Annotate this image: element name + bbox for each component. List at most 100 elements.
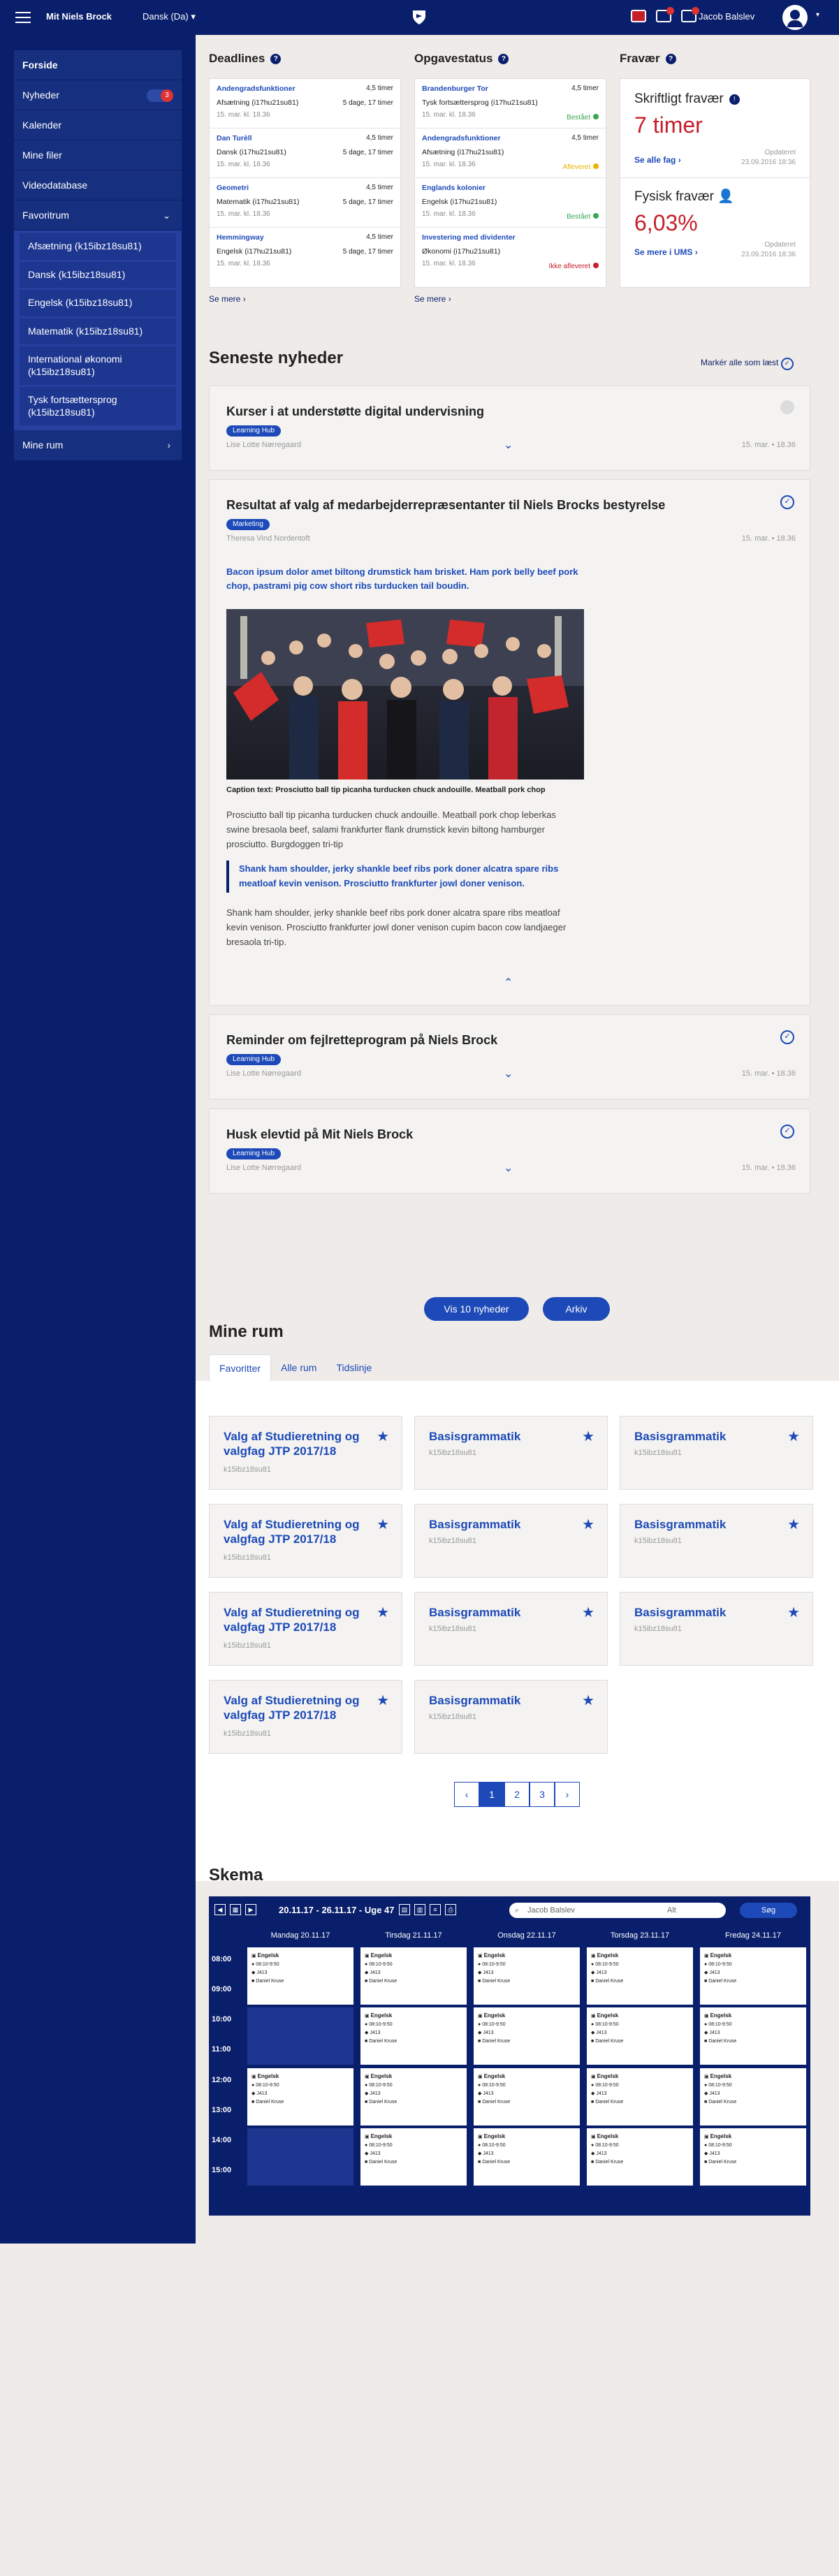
unread-indicator[interactable]: [780, 400, 794, 414]
chevron-down-icon[interactable]: ⌄: [504, 1067, 513, 1081]
room-card[interactable]: Basisgrammatik k15ibz18su81 ★: [620, 1504, 813, 1578]
mail-icon[interactable]: [656, 7, 674, 22]
news-item-expanded[interactable]: Resultat af valg af medarbejderrepræsent…: [209, 479, 810, 1006]
check-circle-icon[interactable]: ✓: [780, 495, 794, 509]
lesson-block[interactable]: ▣ Engelsk ● 08:10-9:50 ◆ J413 ■ Daniel Krus…: [587, 2068, 693, 2125]
archive-button[interactable]: Arkiv: [543, 1297, 610, 1321]
menu-icon[interactable]: [15, 12, 31, 23]
prev-week-button[interactable]: ◀: [214, 1904, 226, 1915]
assignment-item[interactable]: Englands kolonier Engelsk (i17hu21su81) 15…: [415, 178, 606, 228]
help-icon[interactable]: ?: [498, 54, 509, 64]
lesson-block[interactable]: ▣ Engelsk ● 08:10-9:50 ◆ J413 ■ Daniel Krus…: [247, 2068, 353, 2125]
lesson-block[interactable]: ▣ Engelsk ● 08:10-9:50 ◆ J413 ■ Daniel Krus…: [700, 2007, 806, 2065]
news-item-title[interactable]: Husk elevtid på Mit Niels Brock: [226, 1127, 413, 1142]
star-icon[interactable]: ★: [377, 1428, 389, 1445]
check-circle-icon[interactable]: ✓: [780, 1125, 794, 1139]
empty-slot[interactable]: [247, 2007, 353, 2065]
logo-icon[interactable]: [411, 9, 427, 26]
deadline-item[interactable]: Andengradsfunktioner Afsætning (i17hu21su…: [210, 79, 400, 129]
star-icon[interactable]: ★: [582, 1692, 594, 1709]
lesson-block[interactable]: ▣ Engelsk ● 08:10-9:50 ◆ J413 ■ Daniel Krus…: [474, 2007, 580, 2065]
star-icon[interactable]: ★: [582, 1516, 594, 1533]
pagination-page[interactable]: 1: [479, 1782, 504, 1807]
deadline-item[interactable]: Geometri Matematik (i17hu21su81) 15. mar. …: [210, 178, 400, 228]
assignment-item[interactable]: Brandenburger Tor Tysk fortsættersprog (i…: [415, 79, 606, 129]
show-more-news-button[interactable]: Vis 10 nyheder: [424, 1297, 529, 1321]
room-card[interactable]: Basisgrammatik k15ibz18su81 ★: [414, 1592, 608, 1666]
pagination-prev[interactable]: ‹: [454, 1782, 479, 1807]
lesson-block[interactable]: ▣ Engelsk ● 08:10-9:50 ◆ J413 ■ Daniel Krus…: [700, 2128, 806, 2186]
see-all-subjects-link[interactable]: Se alle fag ›: [634, 155, 681, 168]
room-card[interactable]: Basisgrammatik k15ibz18su81 ★: [414, 1416, 608, 1490]
room-card[interactable]: Valg af Studieretning og valgfag JTP 201…: [209, 1592, 402, 1666]
favorite-room-link[interactable]: Engelsk (k15ibz18su81): [20, 290, 176, 316]
news-item-title[interactable]: Resultat af valg af medarbejderrepræsent…: [226, 498, 665, 513]
week-view-icon[interactable]: ▥: [414, 1904, 425, 1915]
tab-tidslinje[interactable]: Tidslinje: [326, 1354, 381, 1381]
news-item[interactable]: Kurser i at understøtte digital undervis…: [209, 386, 810, 471]
day-view-icon[interactable]: ▤: [399, 1904, 410, 1915]
sidebar-item-mine-rum[interactable]: Mine rum ›: [14, 430, 182, 460]
chat-icon[interactable]: [681, 7, 699, 22]
room-card[interactable]: Basisgrammatik k15ibz18su81 ★: [620, 1592, 813, 1666]
pagination-next[interactable]: ›: [555, 1782, 580, 1807]
flag-icon[interactable]: [631, 10, 646, 22]
chevron-down-icon[interactable]: ⌄: [504, 438, 513, 452]
next-week-button[interactable]: ▶: [245, 1904, 256, 1915]
lesson-block[interactable]: ▣ Engelsk ● 08:10-9:50 ◆ J413 ■ Daniel Krus…: [700, 2068, 806, 2125]
lesson-block[interactable]: ▣ Engelsk ● 08:10-9:50 ◆ J413 ■ Daniel Krus…: [587, 1947, 693, 2005]
tab-alle-rum[interactable]: Alle rum: [271, 1354, 326, 1381]
pagination-page[interactable]: 3: [530, 1782, 555, 1807]
lesson-block[interactable]: ▣ Engelsk ● 08:10-9:50 ◆ J413 ■ Daniel Krus…: [474, 2068, 580, 2125]
news-item[interactable]: Husk elevtid på Mit Niels Brock Learning…: [209, 1108, 810, 1194]
deadlines-see-more-link[interactable]: Se mere ›: [209, 294, 246, 304]
star-icon[interactable]: ★: [787, 1516, 800, 1533]
favorite-room-link[interactable]: Matematik (k15ibz18su81): [20, 318, 176, 344]
lesson-block[interactable]: ▣ Engelsk ● 08:10-9:50 ◆ J413 ■ Daniel Krus…: [587, 2007, 693, 2065]
lesson-block[interactable]: ▣ Engelsk ● 08:10-9:50 ◆ J413 ■ Daniel Krus…: [700, 1947, 806, 2005]
calendar-icon[interactable]: ▦: [230, 1904, 241, 1915]
lesson-block[interactable]: ▣ Engelsk ● 08:10-9:50 ◆ J413 ■ Daniel Krus…: [360, 2068, 467, 2125]
star-icon[interactable]: ★: [582, 1604, 594, 1621]
brand-link[interactable]: Mit Niels Brock: [46, 11, 112, 22]
favorite-room-link[interactable]: Afsætning (k15ibz18su81): [20, 233, 176, 260]
news-item[interactable]: Reminder om fejlretteprogram på Niels Br…: [209, 1014, 810, 1099]
star-icon[interactable]: ★: [377, 1604, 389, 1621]
empty-slot[interactable]: [247, 2128, 353, 2186]
room-card[interactable]: Basisgrammatik k15ibz18su81 ★: [414, 1504, 608, 1578]
ums-link[interactable]: Se mere i UMS ›: [634, 247, 698, 260]
room-card[interactable]: Valg af Studieretning og valgfag JTP 201…: [209, 1504, 402, 1578]
tab-favoritter[interactable]: Favoritter: [209, 1354, 272, 1381]
chevron-up-icon[interactable]: ⌃: [504, 976, 513, 990]
check-circle-icon[interactable]: ✓: [780, 1030, 794, 1044]
sidebar-item-forside[interactable]: Forside: [14, 50, 182, 80]
sidebar-item-favoritrum[interactable]: Favoritrum ⌄: [14, 200, 182, 230]
favorite-room-link[interactable]: Tysk fortsættersprog (k15ibz18su81): [20, 387, 176, 425]
room-card[interactable]: Basisgrammatik k15ibz18su81 ★: [620, 1416, 813, 1490]
star-icon[interactable]: ★: [582, 1428, 594, 1445]
sidebar-item-mine-filer[interactable]: Mine filer: [14, 140, 182, 170]
lesson-block[interactable]: ▣ Engelsk ● 08:10-9:50 ◆ J413 ■ Daniel Krus…: [247, 1947, 353, 2005]
star-icon[interactable]: ★: [787, 1428, 800, 1445]
sidebar-item-videodatabase[interactable]: Videodatabase: [14, 170, 182, 200]
star-icon[interactable]: ★: [377, 1516, 389, 1533]
favorite-room-link[interactable]: International økonomi (k15ibz18su81): [20, 346, 176, 385]
chevron-down-icon[interactable]: ▾: [816, 11, 819, 19]
room-card[interactable]: Valg af Studieretning og valgfag JTP 201…: [209, 1416, 402, 1490]
help-icon[interactable]: ?: [665, 54, 676, 64]
avatar[interactable]: [782, 5, 808, 30]
schedule-search-button[interactable]: Søg: [740, 1903, 797, 1918]
lesson-block[interactable]: ▣ Engelsk ● 08:10-9:50 ◆ J413 ■ Daniel Krus…: [360, 2128, 467, 2186]
list-view-icon[interactable]: ≡: [430, 1904, 441, 1915]
lesson-block[interactable]: ▣ Engelsk ● 08:10-9:50 ◆ J413 ■ Daniel Krus…: [360, 1947, 467, 2005]
filter-select[interactable]: Alt: [667, 1903, 676, 1918]
sidebar-item-kalender[interactable]: Kalender: [14, 110, 182, 140]
print-icon[interactable]: ⎙: [445, 1904, 456, 1915]
lesson-block[interactable]: ▣ Engelsk ● 08:10-9:50 ◆ J413 ■ Daniel Krus…: [474, 1947, 580, 2005]
mark-all-read-link[interactable]: Markér alle som læst ✓: [701, 358, 794, 370]
assignment-item[interactable]: Andengradsfunktioner Afsætning (i17hu21su…: [415, 129, 606, 178]
lesson-block[interactable]: ▣ Engelsk ● 08:10-9:50 ◆ J413 ■ Daniel Krus…: [474, 2128, 580, 2186]
star-icon[interactable]: ★: [377, 1692, 389, 1709]
lesson-block[interactable]: ▣ Engelsk ● 08:10-9:50 ◆ J413 ■ Daniel Krus…: [360, 2007, 467, 2065]
star-icon[interactable]: ★: [787, 1604, 800, 1621]
